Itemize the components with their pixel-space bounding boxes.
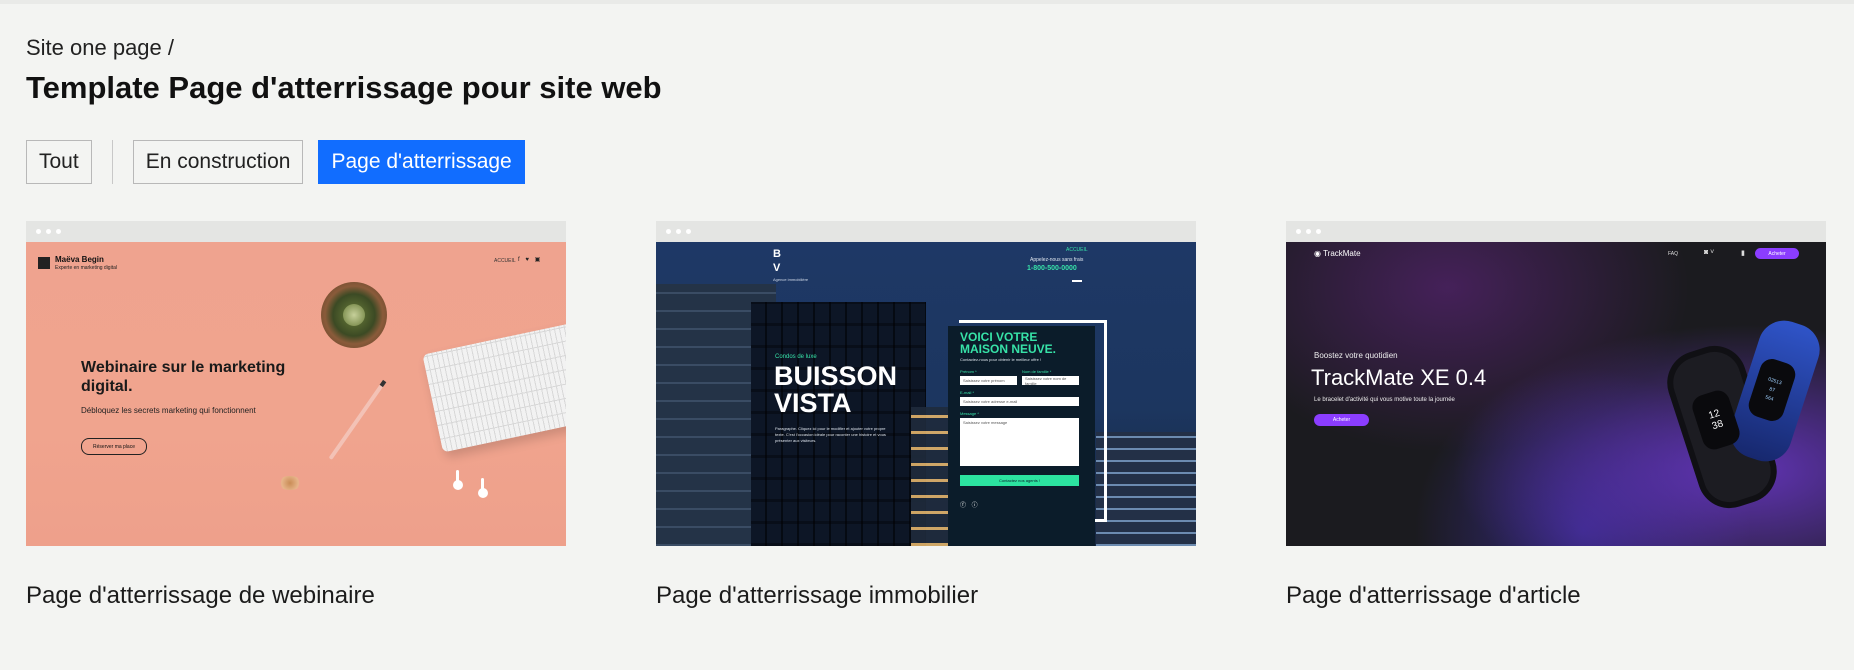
- preview-logo-text: TrackMate: [1323, 249, 1361, 258]
- top-divider: [0, 0, 1854, 4]
- template-thumbnail[interactable]: ◉ TrackMate FAQ ◙ ˅ ▮ Acheter 12 38 0251…: [1286, 221, 1826, 546]
- preview-blurb: Paragraphe. Cliquez ici pour le modifier…: [775, 426, 886, 443]
- user-icon: ◙ ˅: [1704, 249, 1715, 256]
- window-dot: [676, 229, 681, 234]
- building-image: [751, 302, 926, 546]
- succulent-plant-image: [321, 282, 387, 348]
- preview-nav-faq: FAQ: [1668, 251, 1679, 257]
- message-label: Message *: [960, 411, 979, 416]
- preview-kicker: Condos de luxe: [775, 354, 817, 360]
- preview-brand: Maëva Begin: [55, 255, 104, 264]
- browser-chrome: [26, 221, 566, 242]
- brand-logo-icon: [38, 257, 50, 269]
- preview-buy-button: Acheter: [1755, 248, 1799, 259]
- trackmate-preview: ◉ TrackMate FAQ ◙ ˅ ▮ Acheter 12 38 0251…: [1286, 242, 1826, 546]
- keyboard-image: [422, 321, 566, 453]
- template-card-webinaire[interactable]: Maëva Begin Experte en marketing digital…: [26, 221, 566, 610]
- template-thumbnail[interactable]: Maëva Begin Experte en marketing digital…: [26, 221, 566, 546]
- filter-en-construction[interactable]: En construction: [132, 140, 304, 184]
- window-dot: [686, 229, 691, 234]
- earbud-image: [478, 478, 488, 498]
- window-dot: [666, 229, 671, 234]
- browser-chrome: [656, 221, 1196, 242]
- form-submit-button: Contactez nos agents !: [960, 475, 1079, 486]
- window-dot: [1306, 229, 1311, 234]
- preview-reserve-button: Réserver ma place: [81, 438, 147, 455]
- logo-circle-icon: ◉: [1314, 249, 1324, 258]
- form-title: VOICI VOTRE MAISON NEUVE.: [960, 330, 1057, 356]
- window-dot: [36, 229, 41, 234]
- template-card-immobilier[interactable]: B V Agence immobilière ACCUEIL Appelez-n…: [656, 221, 1196, 610]
- preview-call-label: Appelez-nous sans frais: [1030, 257, 1084, 263]
- window-dot: [56, 229, 61, 234]
- first-name-field: Saisissez votre prénom: [960, 376, 1017, 385]
- browser-chrome: [1286, 221, 1826, 242]
- window-dot: [1296, 229, 1301, 234]
- filter-tout[interactable]: Tout: [26, 140, 92, 184]
- preview-phone: 1-800-500-0000: [1027, 265, 1077, 272]
- email-label: E-mail *: [960, 390, 975, 395]
- window-dot: [46, 229, 51, 234]
- preview-hero-title: BUISSON VISTA: [774, 361, 898, 418]
- preview-description: Le bracelet d'activité qui vous motive t…: [1314, 397, 1455, 403]
- filter-page-atterrissage[interactable]: Page d'atterrissage: [318, 140, 525, 184]
- preview-headline: Webinaire sur le marketing digital.: [81, 359, 286, 395]
- template-title[interactable]: Page d'atterrissage immobilier: [656, 582, 1196, 610]
- template-thumbnail[interactable]: B V Agence immobilière ACCUEIL Appelez-n…: [656, 221, 1196, 546]
- last-name-label: Nom de famille *: [1022, 369, 1052, 374]
- social-icons: ⓕ ⓘ: [960, 503, 980, 509]
- window-dot: [1316, 229, 1321, 234]
- preview-logo: ◉ TrackMate: [1314, 249, 1361, 258]
- earbud-image: [453, 470, 463, 490]
- preview-nav: ACCUEIL: [494, 258, 516, 264]
- template-title[interactable]: Page d'atterrissage d'article: [1286, 582, 1826, 610]
- pencil-image: [328, 383, 384, 461]
- pencil-shavings-image: [278, 476, 302, 490]
- preview-kicker: Boostez votre quotidien: [1314, 351, 1398, 360]
- cart-icon: ▮: [1741, 250, 1745, 257]
- preview-brand-sub: Experte en marketing digital: [55, 265, 117, 271]
- social-icons: f ♥ ▣: [518, 257, 543, 263]
- real-estate-preview: B V Agence immobilière ACCUEIL Appelez-n…: [656, 242, 1196, 546]
- form-subtitle: Contactez-nous pour obtenir le meilleur …: [960, 357, 1042, 362]
- building-image: [1096, 432, 1196, 546]
- filter-bar: Tout En construction Page d'atterrissage: [26, 140, 525, 184]
- email-field: Saisissez votre adresse e-mail: [960, 397, 1079, 406]
- webinar-preview: Maëva Begin Experte en marketing digital…: [26, 242, 566, 546]
- preview-logo: B V: [773, 248, 781, 274]
- filter-divider: [111, 140, 113, 184]
- breadcrumb[interactable]: Site one page /: [26, 35, 174, 61]
- template-title[interactable]: Page d'atterrissage de webinaire: [26, 582, 566, 610]
- preview-subtext: Débloquez les secrets marketing qui fonc…: [81, 406, 256, 415]
- preview-nav: ACCUEIL: [1066, 247, 1088, 253]
- message-field: Saisissez votre message: [960, 418, 1079, 466]
- menu-icon: [1072, 280, 1082, 282]
- first-name-label: Prénom *: [960, 369, 977, 374]
- template-card-article[interactable]: ◉ TrackMate FAQ ◙ ˅ ▮ Acheter 12 38 0251…: [1286, 221, 1826, 610]
- last-name-field: Saisissez votre nom de famille: [1022, 376, 1079, 386]
- preview-cta-button: Acheter: [1314, 414, 1369, 426]
- contact-form-panel: VOICI VOTRE MAISON NEUVE. Contactez-nous…: [948, 326, 1095, 546]
- page-title: Template Page d'atterrissage pour site w…: [26, 70, 662, 105]
- preview-headline: TrackMate XE 0.4: [1311, 365, 1487, 390]
- preview-logo-sub: Agence immobilière: [773, 277, 809, 282]
